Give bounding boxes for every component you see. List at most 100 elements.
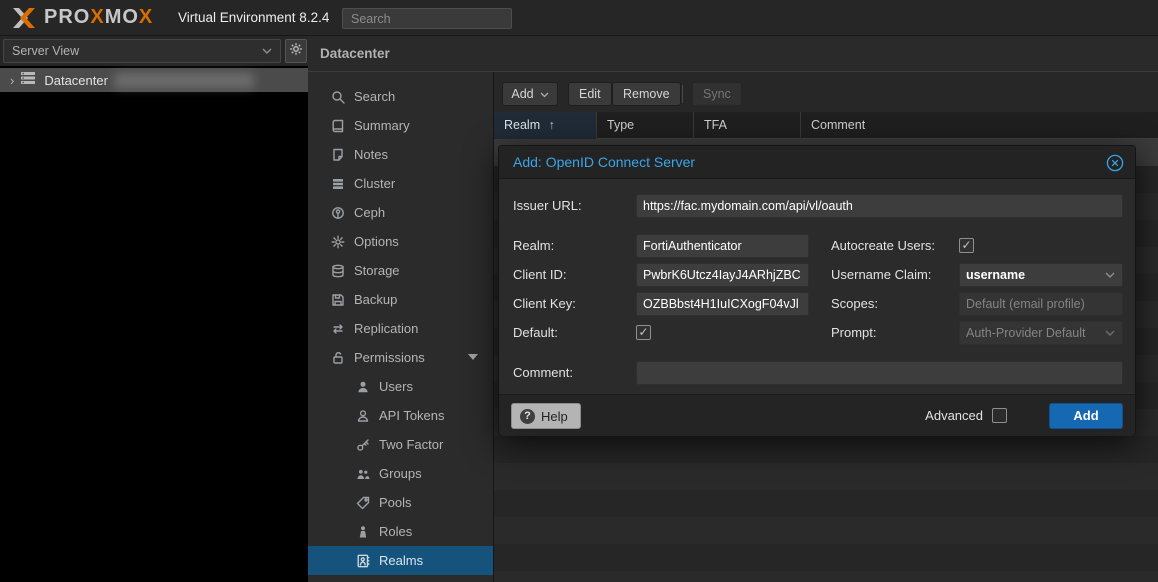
close-icon[interactable]	[1106, 154, 1124, 172]
column-header-realm[interactable]: Realm ↑	[494, 112, 597, 139]
dialog-add-button[interactable]: Add	[1049, 403, 1123, 429]
sidebar-item-roles[interactable]: Roles	[308, 517, 494, 546]
view-selector-dropdown[interactable]: Server View	[3, 39, 281, 63]
proxmox-logo-icon	[10, 5, 38, 31]
view-selector-bar: Server View	[0, 36, 308, 66]
breadcrumb: Datacenter	[320, 46, 390, 61]
sidebar-item-label: Cluster	[354, 176, 395, 191]
logo-wordmark: PROXMOX	[44, 6, 153, 29]
sidebar-item-ceph[interactable]: Ceph	[308, 198, 494, 227]
chevron-down-icon	[1105, 330, 1115, 337]
sidebar-item-users[interactable]: Users	[308, 372, 494, 401]
sidebar-item-replication[interactable]: Replication	[308, 314, 494, 343]
sidebar-item-label: API Tokens	[379, 408, 445, 423]
product-version: Virtual Environment 8.2.4	[178, 10, 329, 25]
gear-icon	[330, 234, 345, 249]
logo-x: X	[139, 6, 153, 28]
remove-button[interactable]: Remove	[612, 82, 681, 106]
logo-x: X	[90, 6, 104, 28]
client-id-input[interactable]	[636, 263, 809, 287]
column-header-comment[interactable]: Comment	[801, 112, 1158, 139]
key-icon	[355, 437, 370, 452]
cluster-icon	[330, 176, 345, 191]
database-icon	[330, 263, 345, 278]
sidebar-item-api-tokens[interactable]: API Tokens	[308, 401, 494, 430]
prompt-label: Prompt:	[831, 321, 877, 345]
sidebar-item-label: Storage	[354, 263, 400, 278]
column-label: TFA	[704, 118, 727, 132]
username-claim-label: Username Claim:	[831, 263, 931, 287]
sidebar-item-pools[interactable]: Pools	[308, 488, 494, 517]
autocreate-users-label: Autocreate Users:	[831, 234, 935, 258]
comment-input[interactable]	[636, 361, 1123, 385]
sidebar-item-ha[interactable]: HA	[308, 575, 494, 582]
realms-toolbar: Add Edit Remove Sync	[494, 72, 1158, 112]
user-icon	[355, 379, 370, 394]
sidebar-item-storage[interactable]: Storage	[308, 256, 494, 285]
issuer-url-label: Issuer URL:	[513, 194, 582, 218]
add-button[interactable]: Add	[502, 82, 558, 106]
dialog-footer: ? Help Advanced Add	[499, 394, 1135, 436]
gear-icon	[289, 42, 303, 61]
sidebar-item-label: Pools	[379, 495, 412, 510]
datacenter-nav: Search Summary Notes Cluster Ceph Option…	[308, 72, 494, 582]
sidebar-item-realms[interactable]: Realms	[308, 546, 494, 575]
advanced-checkbox[interactable]	[992, 408, 1007, 423]
sidebar-item-two-factor[interactable]: Two Factor	[308, 430, 494, 459]
default-checkbox[interactable]	[636, 325, 651, 340]
sidebar-item-permissions[interactable]: Permissions	[308, 343, 494, 372]
sidebar-item-label: Two Factor	[379, 437, 443, 452]
sidebar-item-cluster[interactable]: Cluster	[308, 169, 494, 198]
sidebar-item-label: Options	[354, 234, 399, 249]
autocreate-users-checkbox[interactable]	[959, 238, 974, 253]
sidebar-item-label: Search	[354, 89, 395, 104]
sidebar-item-label: Roles	[379, 524, 412, 539]
realm-label: Realm:	[513, 234, 554, 258]
realm-input[interactable]	[636, 234, 809, 258]
issuer-url-input[interactable]	[636, 194, 1123, 218]
sidebar-item-options[interactable]: Options	[308, 227, 494, 256]
sidebar-item-label: Ceph	[354, 205, 385, 220]
sidebar-item-summary[interactable]: Summary	[308, 111, 494, 140]
caret-down-icon[interactable]	[468, 354, 478, 360]
book-icon	[330, 118, 345, 133]
person-icon	[355, 524, 370, 539]
sidebar-item-search[interactable]: Search	[308, 82, 494, 111]
scopes-input[interactable]	[959, 292, 1123, 316]
column-header-type[interactable]: Type	[597, 112, 694, 139]
tag-icon	[355, 495, 370, 510]
column-label: Realm	[504, 118, 540, 132]
sidebar-item-label: Notes	[354, 147, 388, 162]
address-book-icon	[355, 553, 370, 568]
dialog-header[interactable]: Add: OpenID Connect Server	[499, 146, 1135, 179]
sidebar-item-label: Permissions	[354, 350, 425, 365]
sidebar-item-backup[interactable]: Backup	[308, 285, 494, 314]
view-selector-value: Server View	[12, 44, 79, 58]
column-label: Comment	[811, 118, 865, 132]
expander-icon[interactable]: ›	[10, 73, 14, 88]
sidebar-item-label: Backup	[354, 292, 397, 307]
chevron-down-icon	[540, 87, 549, 101]
sidebar-item-label: Realms	[379, 553, 423, 568]
sync-button-label: Sync	[703, 87, 731, 101]
edit-button[interactable]: Edit	[568, 82, 612, 106]
column-header-tfa[interactable]: TFA	[694, 112, 801, 139]
help-button[interactable]: ? Help	[511, 403, 581, 429]
client-id-label: Client ID:	[513, 263, 566, 287]
username-claim-select[interactable]: username	[959, 263, 1123, 287]
global-search-input[interactable]	[342, 8, 512, 29]
client-key-input[interactable]	[636, 292, 809, 316]
add-button-label: Add	[511, 87, 533, 101]
tree-node-label: Datacenter	[44, 73, 108, 88]
question-mark-icon: ?	[520, 409, 535, 424]
tree-settings-button[interactable]	[285, 39, 307, 63]
tree-node-datacenter[interactable]: › Datacenter	[0, 68, 308, 92]
prompt-select[interactable]: Auth-Provider Default	[959, 321, 1123, 345]
sync-button[interactable]: Sync	[692, 82, 742, 106]
sort-ascending-icon: ↑	[549, 118, 555, 132]
sidebar-item-groups[interactable]: Groups	[308, 459, 494, 488]
sidebar-item-label: Replication	[354, 321, 418, 336]
sync-arrows-icon	[330, 321, 345, 336]
sidebar-item-notes[interactable]: Notes	[308, 140, 494, 169]
unlock-icon	[330, 350, 345, 365]
